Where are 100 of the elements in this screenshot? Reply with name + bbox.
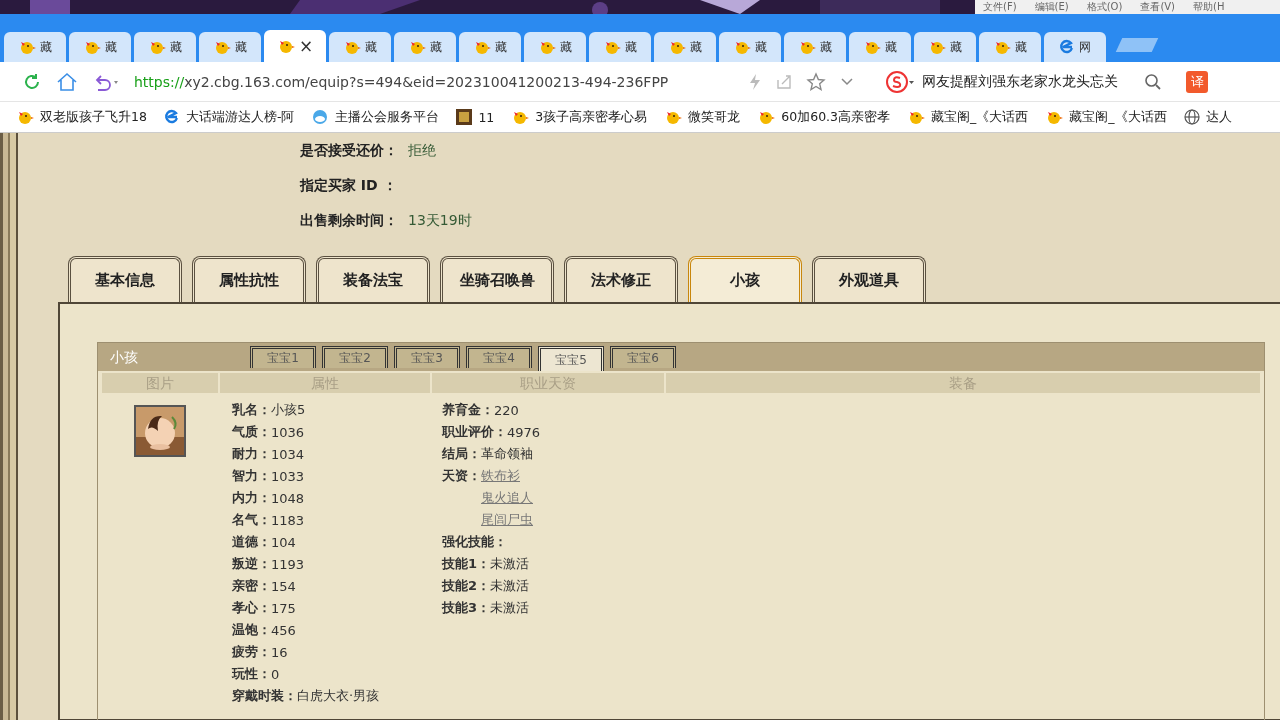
menu-item[interactable]: 查看(V) bbox=[1140, 0, 1176, 14]
attribute-label: 耐力： bbox=[232, 445, 271, 463]
chick-icon bbox=[668, 39, 686, 55]
globe-icon bbox=[1183, 109, 1200, 125]
child-tab[interactable]: 宝宝1 bbox=[250, 346, 316, 368]
bookmark-item[interactable]: 主播公会服务平台 bbox=[311, 108, 440, 126]
attribute-label: 智力： bbox=[232, 467, 271, 485]
new-tab-button[interactable] bbox=[1115, 38, 1159, 52]
browser-tab[interactable]: 藏 bbox=[69, 32, 131, 62]
search-engine-icon[interactable] bbox=[886, 70, 916, 93]
search-field[interactable]: 网友提醒刘强东老家水龙头忘关 bbox=[922, 72, 1118, 91]
field-label: 出售剩余时间： bbox=[300, 211, 398, 230]
browser-tab[interactable]: 藏 bbox=[459, 32, 521, 62]
browser-e-icon bbox=[163, 109, 180, 125]
career-label: 技能1： bbox=[442, 555, 491, 573]
talent-link[interactable]: 鬼火追人 bbox=[481, 487, 533, 509]
chevron-down-icon[interactable] bbox=[840, 76, 854, 87]
attribute-value: 白虎大衣·男孩 bbox=[297, 687, 380, 705]
section-heading: 强化技能： bbox=[442, 533, 507, 551]
career-value: 未激活 bbox=[490, 577, 530, 595]
field-label: 是否接受还价： bbox=[300, 141, 398, 160]
chick-icon bbox=[907, 109, 926, 125]
menu-item[interactable]: 帮助(H bbox=[1193, 0, 1225, 14]
attribute-value: 104 bbox=[271, 534, 296, 550]
attribute-label: 孝心： bbox=[232, 599, 271, 617]
child-tab[interactable]: 宝宝5 bbox=[538, 346, 604, 371]
child-tab[interactable]: 宝宝2 bbox=[322, 346, 388, 368]
career-label: 职业评价： bbox=[442, 423, 507, 441]
browser-tab[interactable]: 藏 bbox=[134, 32, 196, 62]
career-value: 220 bbox=[494, 402, 519, 418]
attribute-label: 乳名： bbox=[232, 401, 271, 419]
section-tab[interactable]: 外观道具 bbox=[812, 256, 926, 302]
attribute-value: 1036 bbox=[271, 424, 305, 440]
attribute-label: 疲劳： bbox=[232, 643, 271, 661]
browser-tab[interactable]: 藏 bbox=[394, 32, 456, 62]
attribute-value: 1193 bbox=[271, 556, 305, 572]
browser-tab[interactable]: 藏 bbox=[589, 32, 651, 62]
browser-tab[interactable]: 藏 bbox=[329, 32, 391, 62]
browser-tab[interactable]: 藏 bbox=[849, 32, 911, 62]
menu-item[interactable]: 文件(F) bbox=[983, 0, 1017, 14]
bookmark-item[interactable]: 双老版孩子飞升18 bbox=[16, 108, 147, 126]
share-icon[interactable] bbox=[776, 73, 792, 90]
attribute-value: 1048 bbox=[271, 490, 305, 506]
bookmark-item[interactable]: 达人 bbox=[1183, 108, 1232, 126]
game-icon bbox=[456, 109, 473, 125]
child-tab[interactable]: 宝宝4 bbox=[466, 346, 532, 368]
attribute-label: 亲密： bbox=[232, 577, 271, 595]
chick-icon bbox=[148, 39, 166, 55]
career-label: 技能2： bbox=[442, 577, 491, 595]
career-label: 结局： bbox=[442, 445, 481, 463]
career-label: 养育金： bbox=[442, 401, 494, 419]
browser-tab[interactable]: 藏 bbox=[4, 32, 66, 62]
career-value: 未激活 bbox=[490, 555, 530, 573]
lightning-icon[interactable] bbox=[748, 72, 762, 91]
section-tab[interactable]: 基本信息 bbox=[68, 256, 182, 302]
browser-tab[interactable]: 藏 bbox=[979, 32, 1041, 62]
menu-item[interactable]: 编辑(E) bbox=[1034, 0, 1069, 14]
search-icon[interactable] bbox=[1144, 72, 1162, 91]
browser-tab[interactable]: × bbox=[264, 30, 326, 62]
url-field[interactable]: https://xy2.cbg.163.com/equip?s=494&eid=202310041200213-494-236FPP bbox=[134, 73, 734, 90]
attribute-value: 16 bbox=[271, 644, 288, 660]
bookmark-item[interactable]: 3孩子高亲密孝心易 bbox=[511, 108, 648, 126]
section-tab[interactable]: 属性抗性 bbox=[192, 256, 306, 302]
child-tab[interactable]: 宝宝3 bbox=[394, 346, 460, 368]
attribute-value: 1183 bbox=[271, 512, 305, 528]
browser-tab[interactable]: 藏 bbox=[654, 32, 716, 62]
section-tab[interactable]: 坐骑召唤兽 bbox=[440, 256, 554, 302]
bookmark-item[interactable]: 11 bbox=[456, 109, 495, 125]
child-tab[interactable]: 宝宝6 bbox=[610, 346, 676, 368]
chick-icon bbox=[16, 109, 34, 125]
browser-tab[interactable]: 藏 bbox=[784, 32, 846, 62]
chick-icon bbox=[664, 109, 683, 125]
talent-link[interactable]: 铁布衫 bbox=[481, 465, 533, 487]
bookmark-item[interactable]: 微笑哥龙 bbox=[664, 108, 741, 126]
refresh-icon[interactable] bbox=[22, 71, 42, 92]
chick-icon bbox=[473, 39, 491, 55]
section-tab[interactable]: 法术修正 bbox=[564, 256, 678, 302]
talent-link[interactable]: 尾闾尸虫 bbox=[481, 509, 533, 531]
browser-tab[interactable]: 藏 bbox=[914, 32, 976, 62]
home-icon[interactable] bbox=[56, 71, 78, 92]
section-tab[interactable]: 装备法宝 bbox=[316, 256, 430, 302]
browser-e-icon bbox=[1059, 39, 1075, 55]
chick-icon bbox=[928, 39, 946, 55]
chick-icon bbox=[798, 39, 816, 55]
bookmark-item[interactable]: 大话端游达人榜-阿 bbox=[163, 108, 295, 126]
bookmark-item[interactable]: 藏宝阁_《大话西 bbox=[907, 108, 1029, 126]
bookmark-item[interactable]: 藏宝阁_《大话西 bbox=[1045, 108, 1167, 126]
star-icon[interactable] bbox=[806, 71, 826, 92]
chick-icon bbox=[863, 39, 881, 55]
bookmark-item[interactable]: 60加60.3高亲密孝 bbox=[757, 108, 891, 126]
browser-tab[interactable]: 藏 bbox=[719, 32, 781, 62]
browser-tab[interactable]: 藏 bbox=[199, 32, 261, 62]
chick-icon bbox=[603, 39, 621, 55]
browser-tab[interactable]: 网 bbox=[1044, 32, 1106, 62]
attribute-label: 道德： bbox=[232, 533, 271, 551]
chick-icon bbox=[993, 39, 1011, 55]
chick-icon bbox=[343, 39, 361, 55]
browser-tab[interactable]: 藏 bbox=[524, 32, 586, 62]
section-tab[interactable]: 小孩 bbox=[688, 256, 802, 302]
menu-item[interactable]: 格式(O) bbox=[1086, 0, 1123, 14]
